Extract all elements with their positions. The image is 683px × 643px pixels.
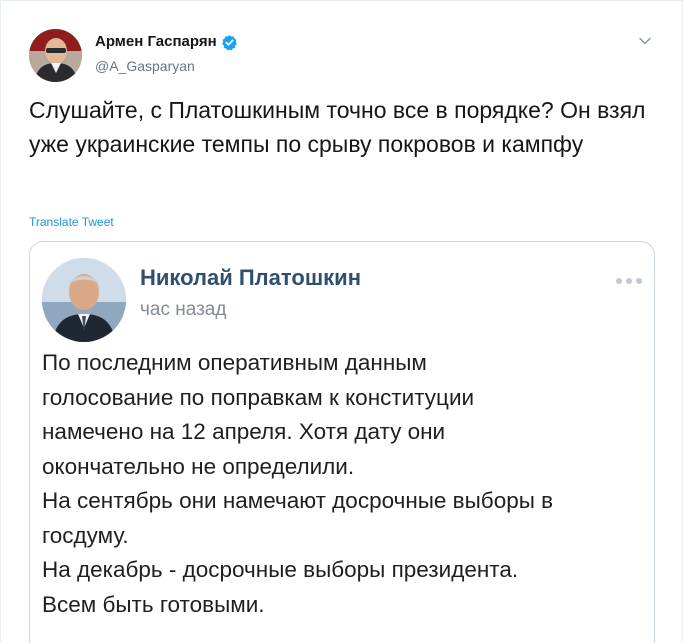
embedded-post-line: голосование по поправкам к конституции xyxy=(42,384,475,410)
tweet-text: Слушайте, с Платошкиным точно все в поря… xyxy=(29,97,646,157)
embedded-post-line: На декабрь - досрочные выборы президента… xyxy=(42,557,519,582)
embedded-post-line: госдуму. xyxy=(42,522,129,548)
more-options-icon[interactable] xyxy=(614,276,644,286)
embedded-post-line: окончательно не определили. xyxy=(42,453,355,479)
embedded-post-card[interactable]: Николай Платошкин час назад По последним… xyxy=(29,241,655,643)
embedded-post-line: На сентябрь они намечают досрочные выбор… xyxy=(42,488,554,513)
embedded-post-line: намечено на 12 апреля. Хотя дату они xyxy=(42,419,446,444)
chevron-down-icon[interactable] xyxy=(637,33,653,49)
embedded-author-avatar-image xyxy=(42,258,126,342)
translate-tweet-link[interactable]: Translate Tweet xyxy=(29,215,114,229)
author-avatar[interactable] xyxy=(29,29,82,82)
embedded-post-line: По последним оперативным данным xyxy=(42,350,427,375)
verified-badge-icon xyxy=(221,34,237,50)
author-handle[interactable]: @A_Gasparyan xyxy=(95,57,195,75)
embedded-post-line: Всем быть готовыми. xyxy=(42,591,265,617)
embedded-author-name[interactable]: Николай Платошкин xyxy=(140,264,361,292)
author-avatar-image xyxy=(29,29,82,82)
embedded-post-time[interactable]: час назад xyxy=(140,298,226,322)
embedded-author-avatar[interactable] xyxy=(42,258,126,342)
tweet-card: Армен Гаспарян @A_Gasparyan Слушайте, с … xyxy=(0,0,683,643)
embedded-post-text: По последним оперативным данным голосова… xyxy=(42,346,654,622)
author-name[interactable]: Армен Гаспарян xyxy=(95,33,217,51)
author-name-row: Армен Гаспарян xyxy=(95,33,238,51)
